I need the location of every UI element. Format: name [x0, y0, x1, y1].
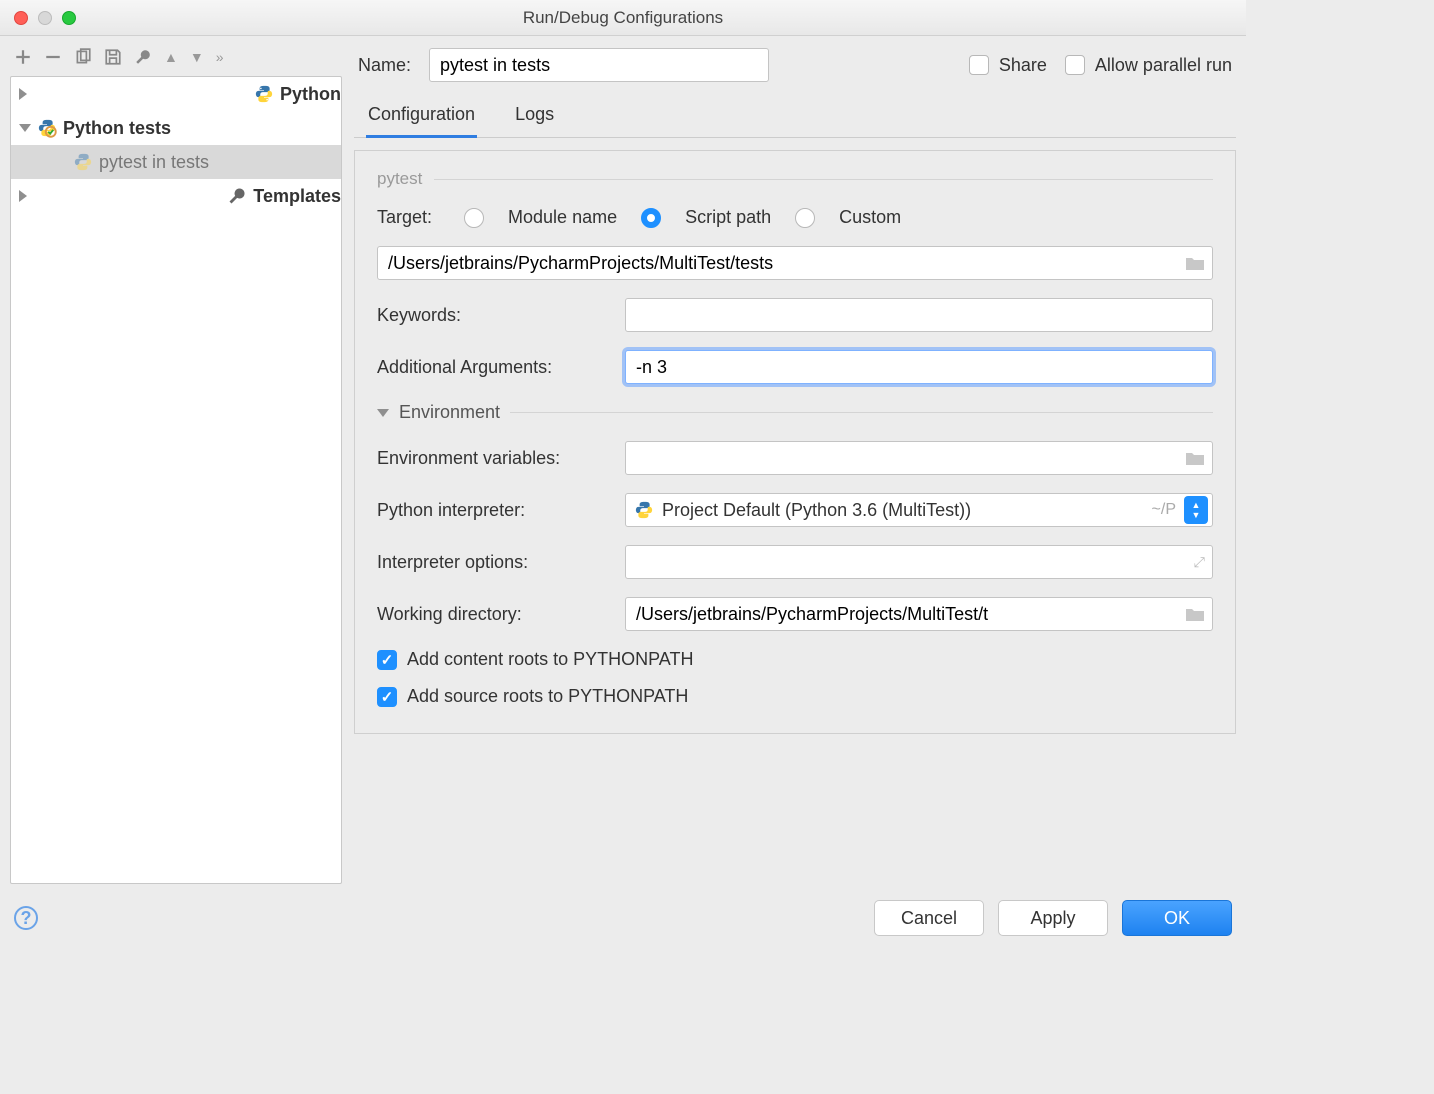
radio-script-path[interactable] [641, 208, 661, 228]
folder-icon[interactable] [1185, 255, 1205, 271]
wrench-icon [227, 186, 247, 206]
radio-script-label: Script path [685, 207, 771, 228]
workdir-input[interactable] [625, 597, 1213, 631]
sidebar-toolbar: ▲ ▼ » [10, 44, 342, 76]
allow-parallel-label: Allow parallel run [1095, 55, 1232, 76]
titlebar: Run/Debug Configurations [0, 0, 1246, 36]
tree-label: pytest in tests [99, 152, 209, 173]
radio-module-name[interactable] [464, 208, 484, 228]
copy-icon[interactable] [74, 48, 92, 66]
additional-args-input[interactable] [625, 350, 1213, 384]
chevron-right-icon [19, 190, 221, 202]
add-source-roots-checkbox[interactable]: Add source roots to PYTHONPATH [377, 686, 1213, 707]
keywords-label: Keywords: [377, 305, 607, 326]
tree-node-python-tests[interactable]: Python tests [11, 111, 341, 145]
chevron-down-icon[interactable] [377, 409, 389, 417]
interpreter-value: Project Default (Python 3.6 (MultiTest)) [662, 500, 1144, 521]
expand-icon[interactable]: ⤢ [1194, 554, 1205, 571]
interpreter-combo[interactable]: Project Default (Python 3.6 (MultiTest))… [625, 493, 1213, 527]
interpreter-path-suffix: ~/P [1152, 501, 1176, 519]
keywords-input[interactable] [625, 298, 1213, 332]
add-icon[interactable] [14, 48, 32, 66]
chevron-down-icon [19, 124, 31, 132]
wrench-icon[interactable] [134, 48, 152, 66]
config-form: pytest Target: Module name Script path C… [354, 150, 1236, 734]
tree-node-pytest-in-tests[interactable]: pytest in tests [11, 145, 341, 179]
more-icon[interactable]: » [216, 49, 224, 65]
cancel-button[interactable]: Cancel [874, 900, 984, 936]
python-icon [634, 500, 654, 520]
config-tree[interactable]: Python Python tests pytest in tests Temp… [10, 76, 342, 884]
python-tests-icon [37, 118, 57, 138]
folder-icon[interactable] [1185, 450, 1205, 466]
env-vars-input[interactable] [625, 441, 1213, 475]
tab-configuration[interactable]: Configuration [366, 98, 477, 138]
tree-label: Templates [253, 186, 341, 207]
dropdown-icon[interactable]: ▲▼ [1184, 496, 1208, 524]
add-content-roots-checkbox[interactable]: Add content roots to PYTHONPATH [377, 649, 1213, 670]
target-label: Target: [377, 207, 432, 228]
name-input[interactable] [429, 48, 769, 82]
folder-icon[interactable] [1185, 606, 1205, 622]
env-vars-label: Environment variables: [377, 448, 607, 469]
python-icon [254, 84, 274, 104]
section-pytest-label: pytest [377, 169, 422, 189]
tab-logs[interactable]: Logs [513, 98, 556, 137]
environment-section-label: Environment [399, 402, 500, 423]
ok-button[interactable]: OK [1122, 900, 1232, 936]
share-label: Share [999, 55, 1047, 76]
tree-node-python[interactable]: Python [11, 77, 341, 111]
additional-args-label: Additional Arguments: [377, 357, 607, 378]
tabs: Configuration Logs [354, 98, 1236, 138]
radio-custom[interactable] [795, 208, 815, 228]
allow-parallel-checkbox[interactable]: Allow parallel run [1065, 55, 1232, 76]
move-up-icon[interactable]: ▲ [164, 49, 178, 65]
radio-module-label: Module name [508, 207, 617, 228]
window-title: Run/Debug Configurations [0, 8, 1246, 28]
apply-button[interactable]: Apply [998, 900, 1108, 936]
add-content-roots-label: Add content roots to PYTHONPATH [407, 649, 693, 670]
help-icon[interactable]: ? [14, 906, 38, 930]
save-icon[interactable] [104, 48, 122, 66]
remove-icon[interactable] [44, 48, 62, 66]
script-path-input[interactable] [377, 246, 1213, 280]
move-down-icon[interactable]: ▼ [190, 49, 204, 65]
tree-node-templates[interactable]: Templates [11, 179, 341, 213]
chevron-right-icon [19, 88, 248, 100]
workdir-label: Working directory: [377, 604, 607, 625]
tree-label: Python tests [63, 118, 171, 139]
interpreter-label: Python interpreter: [377, 500, 607, 521]
interp-options-input[interactable] [625, 545, 1213, 579]
interp-options-label: Interpreter options: [377, 552, 607, 573]
name-label: Name: [358, 55, 411, 76]
add-source-roots-label: Add source roots to PYTHONPATH [407, 686, 688, 707]
tree-label: Python [280, 84, 341, 105]
radio-custom-label: Custom [839, 207, 901, 228]
python-icon [73, 152, 93, 172]
share-checkbox[interactable]: Share [969, 55, 1047, 76]
